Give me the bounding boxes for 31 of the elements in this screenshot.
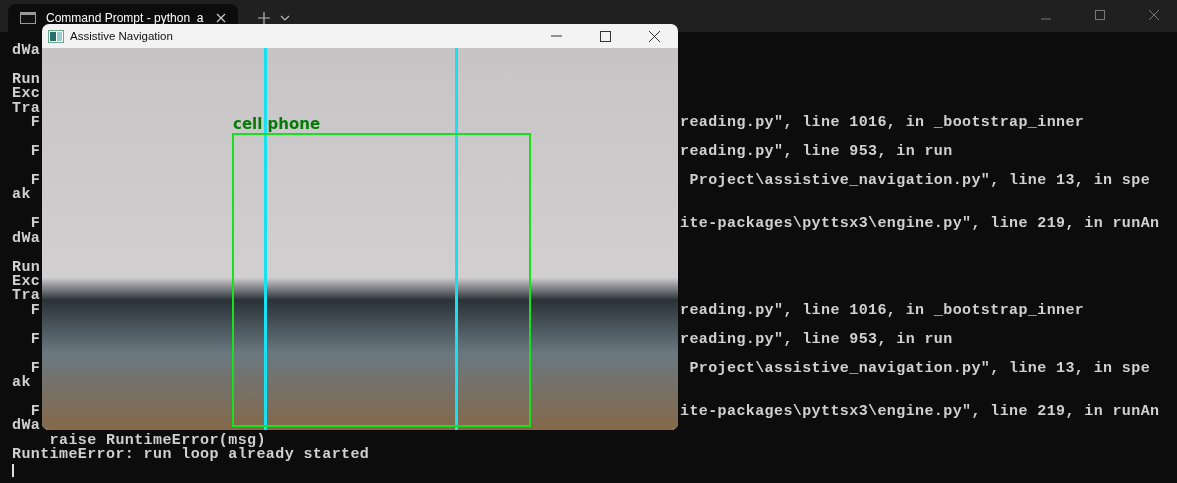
console-text: dWa xyxy=(12,417,41,435)
window-title: Assistive Navigation xyxy=(70,30,173,42)
console-text: Run xyxy=(12,258,41,276)
console-text: Run xyxy=(12,70,41,88)
console-text: F xyxy=(29,330,41,348)
console-text: reading.py", line 953, in run xyxy=(680,332,953,348)
console-text: Project\assistive_navigation.py", line 13, in spe xyxy=(688,173,1151,189)
console-text: reading.py", line 1016, in _bootstrap_inner xyxy=(680,116,1085,131)
console-text: ite-packages\pyttsx3\engine.py", line 219, in runAn xyxy=(680,404,1160,420)
dropdown-icon[interactable] xyxy=(280,15,290,21)
console-text: ite-packages\pyttsx3\engine.py", line 219, in runAn xyxy=(680,217,1160,232)
detection-label: cell phone xyxy=(233,115,321,133)
console-text: F xyxy=(30,402,41,420)
console-text: F xyxy=(29,143,41,161)
console-text: RuntimeError: run loop already started xyxy=(12,446,370,464)
console-text: ak xyxy=(12,186,31,204)
console-text: F xyxy=(30,359,41,377)
console-text: Exc xyxy=(12,273,41,290)
console-text: reading.py", line 953, in run xyxy=(680,145,953,160)
console-text: F xyxy=(29,114,41,132)
console-text: Project\assistive_navigation.py", line 13, in spe xyxy=(688,361,1151,377)
add-tab-icon[interactable] xyxy=(258,12,270,24)
app-icon xyxy=(48,29,64,43)
close-icon[interactable] xyxy=(649,30,660,42)
console-text: F xyxy=(30,171,41,189)
text-cursor xyxy=(12,463,14,477)
maximize-icon[interactable] xyxy=(600,30,611,42)
console-text: dWa xyxy=(12,42,41,59)
console-text: ak xyxy=(12,374,31,392)
terminal-icon xyxy=(20,12,36,24)
console-text: reading.py", line 1016, in _bootstrap_inner xyxy=(680,303,1085,319)
